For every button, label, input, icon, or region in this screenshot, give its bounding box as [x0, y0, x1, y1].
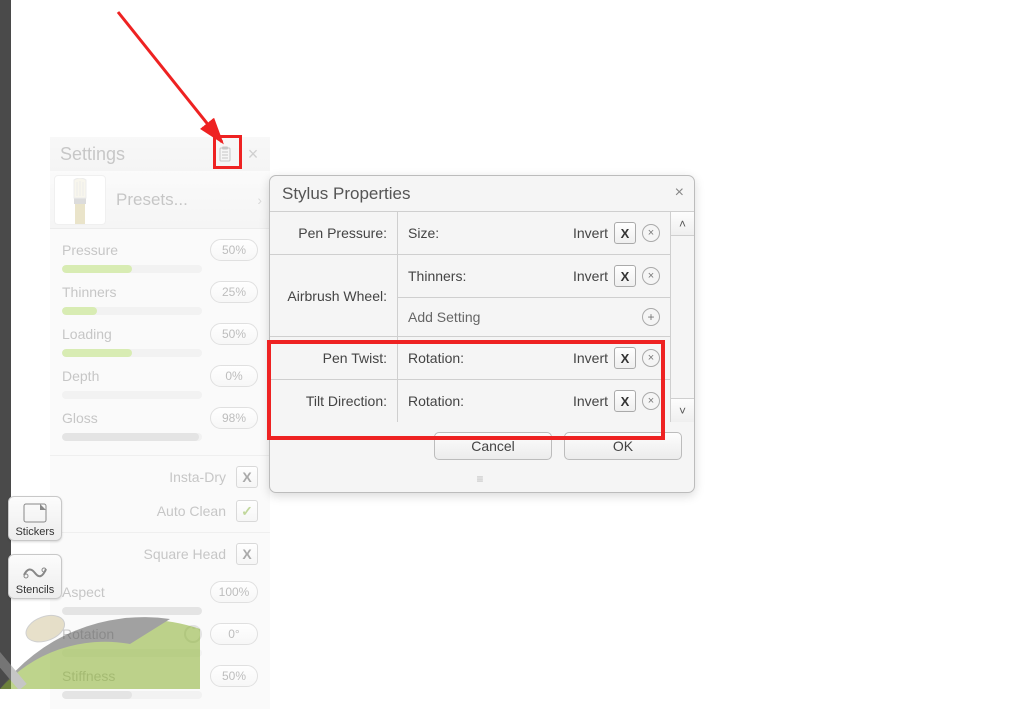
checkbox-x-icon[interactable]: X	[236, 466, 258, 488]
ok-button[interactable]: OK	[564, 432, 682, 460]
brush-thumbnail	[54, 175, 106, 225]
slider-depth[interactable]: Depth0%	[62, 365, 258, 399]
toggle-insta-dry[interactable]: Insta-Dry X	[50, 460, 270, 494]
row-label-airbrush-wheel: Airbrush Wheel:	[270, 255, 398, 337]
presets-label: Presets...	[116, 190, 257, 210]
row-label-pen-pressure: Pen Pressure:	[270, 212, 398, 255]
row-airbrush-add[interactable]: Add Setting +	[398, 298, 670, 337]
row-pen-twist: Rotation: Invert X ×	[398, 337, 670, 380]
scroll-up-icon[interactable]: ˄	[671, 212, 694, 236]
dialog-title: Stylus Properties ×	[270, 176, 694, 212]
add-icon[interactable]: +	[642, 308, 660, 326]
row-tilt-direction: Rotation: Invert X ×	[398, 380, 670, 422]
tab-stickers[interactable]: Stickers	[8, 496, 62, 541]
invert-checkbox[interactable]: X	[614, 390, 636, 412]
remove-icon[interactable]: ×	[642, 224, 660, 242]
remove-icon[interactable]: ×	[642, 267, 660, 285]
remove-icon[interactable]: ×	[642, 392, 660, 410]
stencil-icon	[20, 559, 50, 583]
brush-picker[interactable]	[0, 599, 200, 689]
toggle-auto-clean[interactable]: Auto Clean ✓	[50, 494, 270, 528]
tab-stencils[interactable]: Stencils	[8, 554, 62, 599]
checkbox-check-icon[interactable]: ✓	[236, 500, 258, 522]
resize-grip-icon[interactable]: ≡	[270, 472, 694, 492]
scroll-down-icon[interactable]: ˅	[671, 398, 694, 422]
stylus-properties-dialog: Stylus Properties × Pen Pressure: Size: …	[269, 175, 695, 493]
toggle-square-head[interactable]: Square Head X	[50, 537, 270, 571]
remove-icon[interactable]: ×	[642, 349, 660, 367]
dialog-scrollbar[interactable]: ˄ ˅	[670, 212, 694, 422]
slider-gloss[interactable]: Gloss98%	[62, 407, 258, 441]
invert-checkbox[interactable]: X	[614, 265, 636, 287]
row-airbrush-thinners: Thinners: Invert X ×	[398, 255, 670, 298]
row-label-tilt-direction: Tilt Direction:	[270, 380, 398, 422]
checkbox-x-icon[interactable]: X	[236, 543, 258, 565]
slider-thinners[interactable]: Thinners25%	[62, 281, 258, 315]
invert-checkbox[interactable]: X	[614, 222, 636, 244]
invert-checkbox[interactable]: X	[614, 347, 636, 369]
sticker-icon	[20, 501, 50, 525]
presets-row[interactable]: Presets... ›	[50, 171, 270, 229]
row-label-pen-twist: Pen Twist:	[270, 337, 398, 380]
close-icon[interactable]: ×	[675, 184, 684, 202]
slider-loading[interactable]: Loading50%	[62, 323, 258, 357]
annotation-arrow	[110, 4, 250, 164]
row-pen-pressure: Size: Invert X ×	[398, 212, 670, 255]
slider-pressure[interactable]: Pressure50%	[62, 239, 258, 273]
cancel-button[interactable]: Cancel	[434, 432, 552, 460]
